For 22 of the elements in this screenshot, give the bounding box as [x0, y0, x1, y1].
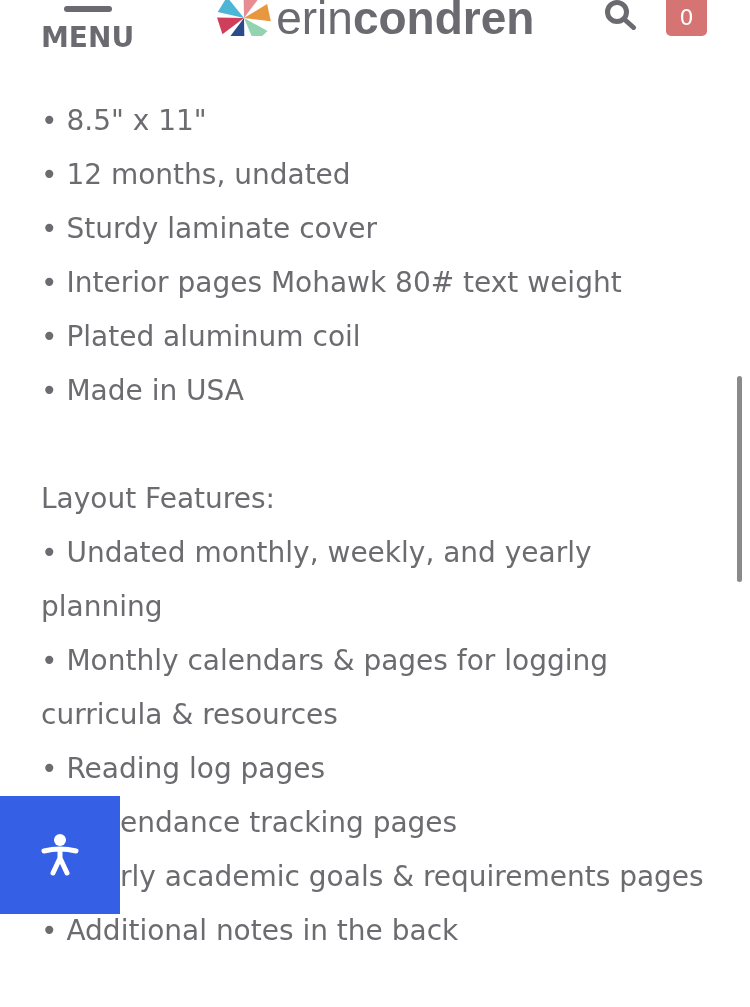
- pinwheel-icon: [216, 0, 273, 36]
- spec-item: • Plated aluminum coil: [41, 320, 361, 353]
- section-heading: Layout Features:: [41, 482, 275, 515]
- feature-item: • Reading log pages: [41, 752, 326, 785]
- feature-item: • Undated monthly, weekly, and yearly planning: [41, 536, 592, 623]
- logo-link[interactable]: erincondren: [216, 0, 535, 36]
- search-button[interactable]: [603, 0, 637, 30]
- menu-icon: [63, 6, 112, 12]
- spec-item: • Made in USA: [41, 374, 244, 407]
- spec-item: • 12 months, undated: [41, 158, 351, 191]
- accessibility-button[interactable]: [0, 796, 120, 914]
- spec-item: • Interior pages Mohawk 80# text weight: [41, 266, 622, 299]
- feature-item: rly academic goals & requirements pages: [120, 860, 704, 893]
- accessibility-icon: [40, 833, 80, 877]
- menu-button[interactable]: MENU: [41, 0, 135, 52]
- search-icon: [603, 0, 637, 30]
- feature-item: endance tracking pages: [120, 806, 458, 839]
- cart-button[interactable]: 0: [666, 0, 707, 36]
- feature-item: • Additional notes in the back: [41, 914, 459, 947]
- feature-item: • Monthly calendars & pages for logging curricula & resources: [41, 644, 608, 731]
- spec-item: • Sturdy laminate cover: [41, 212, 377, 245]
- spec-item: • 8.5" x 11": [41, 104, 207, 137]
